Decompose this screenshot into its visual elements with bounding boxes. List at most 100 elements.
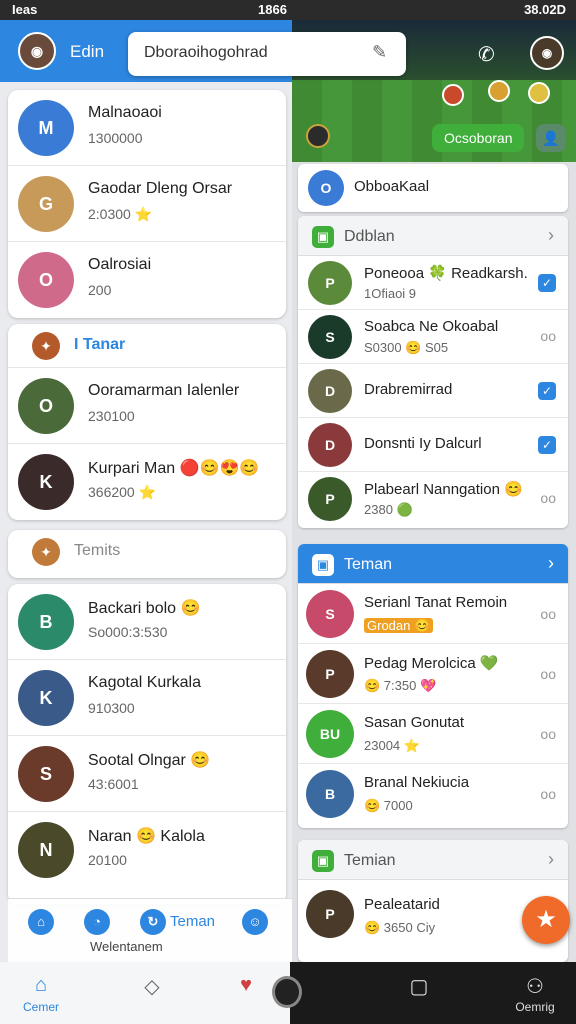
status-center: 1866 xyxy=(258,2,287,17)
list-item[interactable]: P Pedag Merolcica 💚 😊 7:350 💖 oo xyxy=(298,644,568,704)
contact-status: 910300 xyxy=(88,700,135,716)
right-top-card[interactable]: O ObboaKaal xyxy=(298,164,568,212)
list-item[interactable]: O Oalrosiai 200 xyxy=(8,242,286,318)
avatar: B xyxy=(306,770,354,818)
list-item[interactable]: D Drabremirrad ✓ xyxy=(298,364,568,418)
home-icon[interactable]: ⌂ xyxy=(28,909,54,935)
list-item[interactable]: BU Sasan Gonutat 23004 ⭐ oo xyxy=(298,704,568,764)
avatar: BU xyxy=(306,710,354,758)
game-action-button[interactable]: Ocsoboran xyxy=(432,124,525,152)
chevron-right-icon[interactable]: › xyxy=(548,849,554,870)
section-header[interactable]: ▣ Teman › xyxy=(298,544,568,584)
check-icon[interactable]: ✓ xyxy=(538,382,556,400)
list-item[interactable]: D Donsnti Iy Dalcurl ✓ xyxy=(298,418,568,472)
refresh-icon[interactable]: ↻ xyxy=(140,909,166,935)
more-icon[interactable]: oo xyxy=(540,328,556,344)
more-icon[interactable]: oo xyxy=(540,726,556,742)
more-icon[interactable]: oo xyxy=(540,786,556,802)
profile-avatar[interactable]: ◉ xyxy=(18,32,56,70)
chevron-right-icon[interactable]: › xyxy=(548,225,554,246)
contact-name: Backari bolo 😊 xyxy=(88,600,201,617)
contact-name: Ooramarman Ialenler xyxy=(88,382,240,399)
avatar: O xyxy=(18,378,74,434)
list-item[interactable]: B Backari bolo 😊 So000:3:530 xyxy=(8,584,286,660)
list-item[interactable]: P Poneooa 🍀 Readkarsh. 1Ofiaoi 9 ✓ xyxy=(298,256,568,310)
person-icon: ⚇ xyxy=(526,976,544,998)
nav-back[interactable]: ◇ xyxy=(134,974,170,1000)
compose-fab-button[interactable]: ★ xyxy=(522,896,570,944)
edit-icon[interactable]: ✎ xyxy=(372,42,394,64)
list-item[interactable]: S Soabca Ne Okoabal S0300 😊 S05 oo xyxy=(298,310,568,364)
avatar: P xyxy=(306,890,354,938)
nav-tag[interactable]: ♥ xyxy=(228,974,264,1000)
gamepad-icon[interactable] xyxy=(306,124,330,148)
list-item[interactable]: M Malnaoaoi 1300000 xyxy=(8,90,286,166)
avatar: S xyxy=(306,590,354,638)
contact-status: 23004 ⭐ xyxy=(364,738,420,753)
group-icon: ▣ xyxy=(312,850,334,872)
quick-action-text[interactable]: Teman xyxy=(170,913,215,930)
contact-status: 366200 ⭐ xyxy=(88,484,157,500)
nav-circle-button[interactable] xyxy=(272,976,302,1008)
chat-card-3: B Backari bolo 😊 So000:3:530 K Kagotal K… xyxy=(8,584,286,904)
contact-name: Sootal Olngar 😊 xyxy=(88,752,211,769)
chat-icon[interactable]: ◔ xyxy=(84,909,110,935)
nav-home[interactable]: ⌂ Cemer xyxy=(18,974,64,1014)
more-icon[interactable]: oo xyxy=(540,666,556,682)
contact-status: 😊 7:350 💖 xyxy=(364,678,437,693)
chevron-right-icon[interactable]: › xyxy=(548,553,554,574)
contact-status: So000:3:530 xyxy=(88,624,168,640)
search-input[interactable] xyxy=(144,44,364,62)
bottom-navigation: ⌂ Cemer ◇ ♥ ▢ ⚇ Oemrig xyxy=(0,962,576,1024)
avatar: D xyxy=(308,369,352,413)
section-header[interactable]: ✦ Temits xyxy=(8,530,286,574)
contact-status: 2380 🟢 xyxy=(364,502,413,517)
avatar: D xyxy=(308,423,352,467)
game-token-icon xyxy=(488,80,510,102)
phone-icon[interactable]: ✆ xyxy=(478,42,495,67)
nav-home-label: Cemer xyxy=(22,1000,59,1014)
list-item[interactable]: N Naran 😊 Kalola 20100 xyxy=(8,812,286,888)
smile-icon[interactable]: ☺ xyxy=(242,909,268,935)
nav-recents[interactable]: ▢ xyxy=(404,974,434,1000)
list-item[interactable]: K Kagotal Kurkala 910300 xyxy=(8,660,286,736)
game-avatar[interactable]: ◉ xyxy=(530,36,564,70)
section-title: Ddblan xyxy=(344,228,395,245)
section-title: Teman xyxy=(344,556,393,573)
search-bar[interactable]: ✎ xyxy=(128,32,406,76)
status-bar: Ieas 1866 38.02D xyxy=(0,0,576,20)
nav-profile[interactable]: ⚇ Oemrig xyxy=(510,974,560,1014)
contact-name: Donsnti Iy Dalcurl xyxy=(364,435,482,452)
right-card-c: ▣ Temian › P Pealeatarid 😊 3650 Ciy xyxy=(298,840,568,962)
contact-status: 😊 7000 xyxy=(364,798,413,813)
list-item[interactable]: B Branal Nekiucia 😊 7000 oo xyxy=(298,764,568,824)
avatar: B xyxy=(18,594,74,650)
more-icon[interactable]: oo xyxy=(540,490,556,506)
section-title: Temian xyxy=(344,852,396,869)
section-title: I Tanar xyxy=(74,336,126,353)
list-item[interactable]: O ObboaKaal xyxy=(298,164,568,212)
list-item[interactable]: S Serianl Tanat Remoin Grodan 😊 oo xyxy=(298,584,568,644)
section-header[interactable]: ▣ Temian › xyxy=(298,840,568,880)
list-item[interactable]: K Kurpari Man 🔴😊😍😊 366200 ⭐ xyxy=(8,444,286,520)
avatar: O xyxy=(308,170,344,206)
list-item[interactable]: P Plabearl Nanngation 😊 2380 🟢 oo xyxy=(298,472,568,526)
section-header[interactable]: ▣ Ddblan › xyxy=(298,216,568,256)
contact-name: Drabremirrad xyxy=(364,381,453,398)
contact-name: Soabca Ne Okoabal xyxy=(364,318,499,335)
user-icon[interactable]: 👤 xyxy=(536,124,566,152)
section-header[interactable]: ✦ I Tanar xyxy=(8,324,286,368)
avatar: K xyxy=(18,454,74,510)
list-item[interactable]: O Ooramarman Ialenler 230100 xyxy=(8,368,286,444)
check-icon[interactable]: ✓ xyxy=(538,274,556,292)
list-item[interactable]: S Sootal Olngar 😊 43:6001 xyxy=(8,736,286,812)
avatar: O xyxy=(18,252,74,308)
contact-name: Plabearl Nanngation 😊 xyxy=(364,481,523,498)
contact-name: Serianl Tanat Remoin xyxy=(364,594,508,611)
check-icon[interactable]: ✓ xyxy=(538,436,556,454)
section-card[interactable]: ✦ Temits xyxy=(8,530,286,578)
list-item[interactable]: G Gaodar Dleng Orsar 2:0300 ⭐ xyxy=(8,166,286,242)
more-icon[interactable]: oo xyxy=(540,606,556,622)
contact-name: Kurpari Man 🔴😊😍😊 xyxy=(88,460,260,477)
contact-name: Poneooa 🍀 Readkarsh. xyxy=(364,265,528,282)
